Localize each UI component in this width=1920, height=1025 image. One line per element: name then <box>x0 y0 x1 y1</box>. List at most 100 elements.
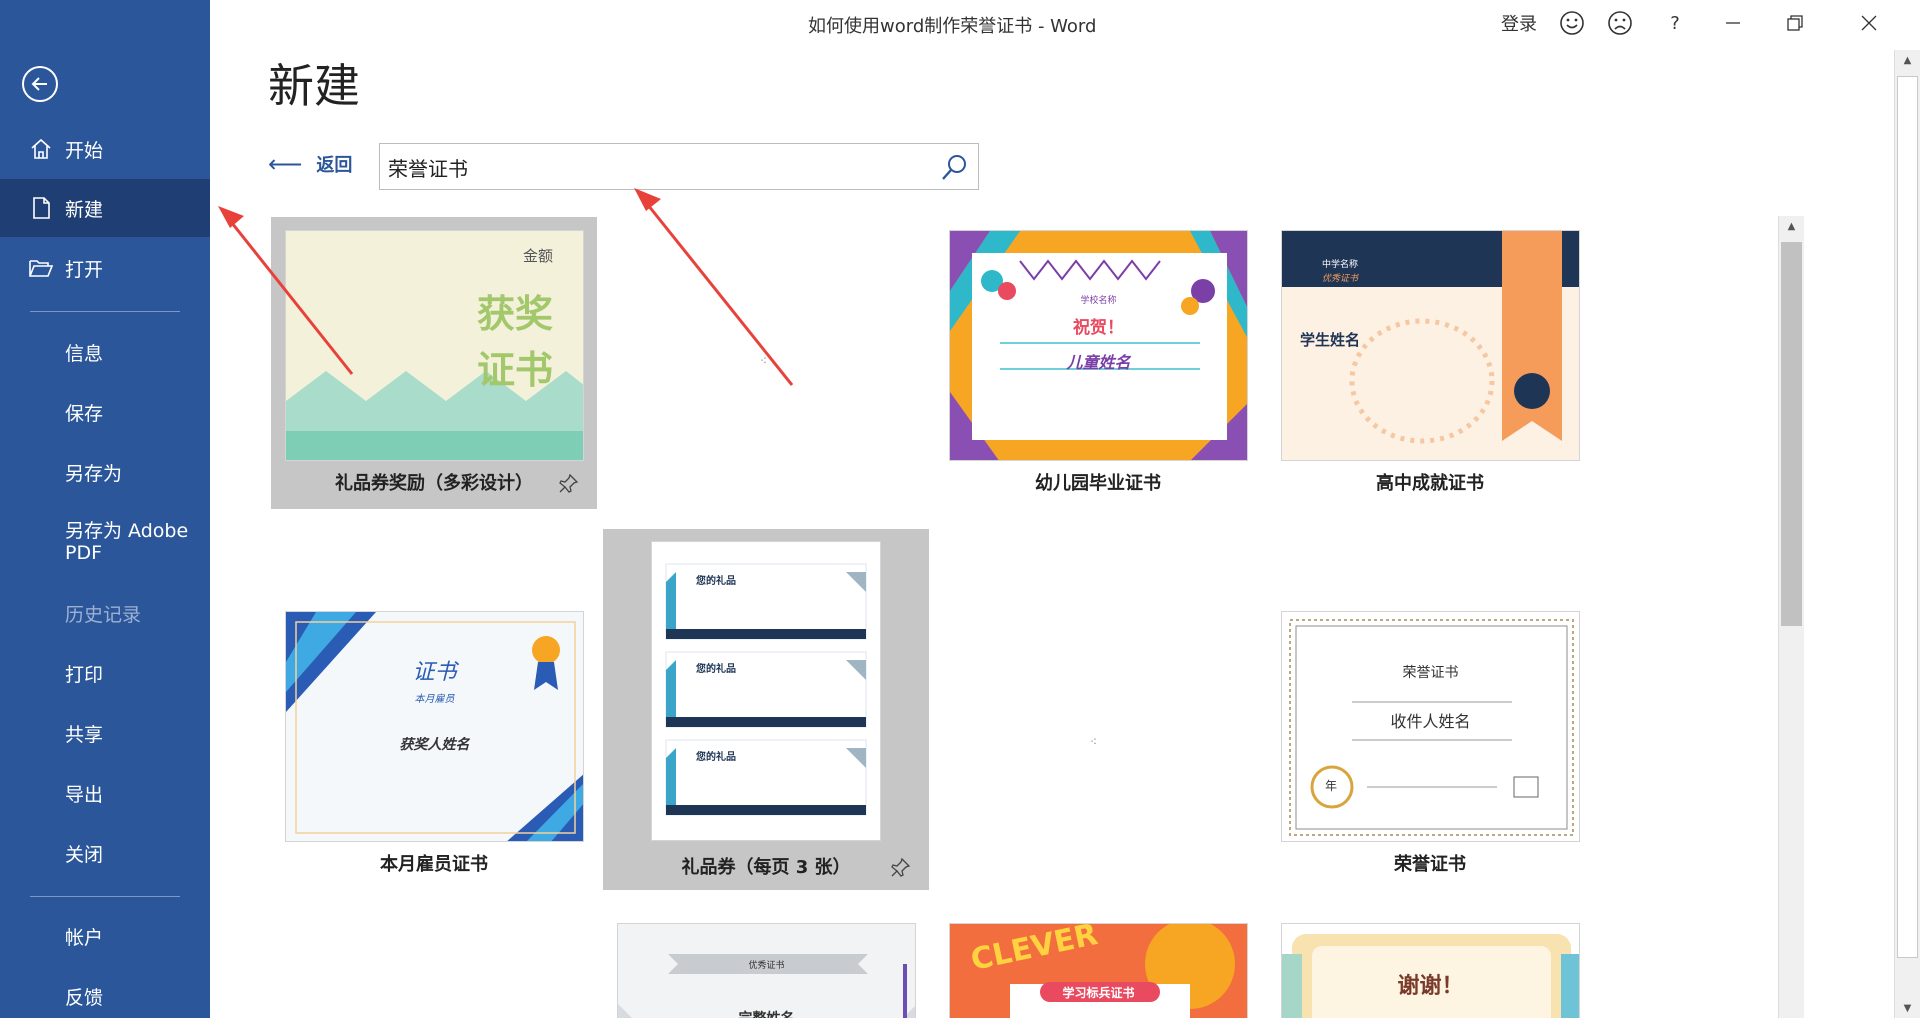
back-link[interactable]: ⟵ 返回 <box>268 150 352 178</box>
sidebar-item-export[interactable]: 导出 <box>0 764 210 822</box>
thumb-text: 金额 <box>522 247 553 265</box>
new-document-icon <box>28 195 54 221</box>
template-card[interactable]: 荣誉证书 收件人姓名 年 荣誉证书 <box>1267 598 1593 890</box>
thumb-text: 获奖 <box>476 292 553 336</box>
help-button[interactable]: ? <box>1660 8 1690 38</box>
sidebar-item-label: 另存为 Adobe PDF <box>65 520 189 564</box>
template-card[interactable]: 证书 本月雇员 获奖人姓名 本月雇员证书 <box>271 598 597 890</box>
thumb-text: 证书 <box>412 660 457 685</box>
template-thumbnail: 荣誉证书 收件人姓名 年 <box>1281 611 1580 842</box>
thumb-text: 祝贺！ <box>1073 318 1124 338</box>
thumb-text: 谢谢！ <box>1397 974 1464 999</box>
pin-icon[interactable] <box>557 473 579 495</box>
back-link-label: 返回 <box>316 155 353 176</box>
template-thumbnail: 学校名称 祝贺！ 儿童姓名 <box>949 230 1248 461</box>
loading-spinner: ⁖ <box>1090 735 1098 749</box>
sidebar-item-label: 导出 <box>65 783 104 806</box>
folder-open-icon <box>28 255 54 281</box>
minimize-icon[interactable] <box>1710 8 1756 38</box>
backstage-sidebar: 开始 新建 打开 信息 保存 另存为 另存为 Adobe PDF 历史记录 打印… <box>0 0 210 1018</box>
thumb-text: 优秀证书 <box>1322 274 1359 284</box>
template-label: 礼品券（每页 3 张） <box>681 857 851 878</box>
thumb-text: 学习标兵证书 <box>1062 986 1135 1000</box>
back-arrow-icon[interactable] <box>22 66 58 102</box>
loading-spinner: ⁖ <box>760 354 768 368</box>
template-label: 幼儿园毕业证书 <box>1035 473 1161 494</box>
template-label: 本月雇员证书 <box>380 854 488 875</box>
thumb-text: 年 <box>1325 779 1338 793</box>
template-label: 礼品券奖励（多彩设计） <box>335 473 533 494</box>
template-card[interactable]: 您的礼品 您的礼品 您的礼品 礼品券（每页 3 张） <box>603 529 929 890</box>
sidebar-item-label: 新建 <box>65 198 104 221</box>
sidebar-item-print[interactable]: 打印 <box>0 644 210 702</box>
template-card[interactable]: 中学名称 优秀证书 学生姓名 高中成就证书 <box>1267 217 1593 509</box>
scroll-up-icon[interactable]: ▲ <box>1895 50 1920 70</box>
sidebar-item-label: 关闭 <box>65 843 104 866</box>
title-bar: 如何使用word制作荣誉证书 - Word 登录 ? <box>210 0 1920 46</box>
sidebar-item-label: 历史记录 <box>65 603 142 626</box>
page-title: 新建 <box>268 59 360 113</box>
sidebar-item-share[interactable]: 共享 <box>0 704 210 762</box>
scrollbar-thumb[interactable] <box>1897 76 1918 958</box>
scrollbar-thumb[interactable] <box>1781 242 1802 626</box>
template-thumbnail: 您的礼品 您的礼品 您的礼品 <box>651 541 881 841</box>
template-thumbnail: 中学名称 优秀证书 学生姓名 <box>1281 230 1580 461</box>
sidebar-item-account[interactable]: 帐户 <box>0 907 210 965</box>
template-thumbnail: 优秀证书 完整姓名 <box>617 923 916 1018</box>
sidebar-item-label: 反馈 <box>65 986 104 1009</box>
gallery-scrollbar[interactable]: ▲ <box>1778 216 1804 1018</box>
sidebar-item-label: 另存为 <box>65 462 123 485</box>
search-input[interactable] <box>388 150 928 184</box>
thumb-text: 学生姓名 <box>1300 331 1361 349</box>
template-card[interactable]: 学校名称 祝贺！ 儿童姓名 幼儿园毕业证书 <box>935 217 1261 509</box>
thumb-text: 优秀证书 <box>748 961 785 971</box>
template-thumbnail: CLEVER 学习标兵证书 <box>949 923 1248 1018</box>
restore-icon[interactable] <box>1772 8 1818 38</box>
close-icon[interactable] <box>1846 8 1892 38</box>
signin-button[interactable]: 登录 <box>1494 8 1544 38</box>
thumb-text: 荣誉证书 <box>1402 665 1459 681</box>
sidebar-item-history: 历史记录 <box>0 584 210 642</box>
home-icon <box>28 136 54 162</box>
sidebar-divider <box>30 896 180 897</box>
template-label: 高中成就证书 <box>1376 473 1484 494</box>
sidebar-item-save[interactable]: 保存 <box>0 383 210 441</box>
sidebar-item-new[interactable]: 新建 <box>0 179 210 237</box>
template-thumbnail: 金额 获奖 证书 <box>285 230 584 461</box>
sidebar-item-open[interactable]: 打开 <box>0 239 210 297</box>
template-card[interactable]: CLEVER 学习标兵证书 <box>935 910 1261 1018</box>
sidebar-item-close[interactable]: 关闭 <box>0 824 210 882</box>
sidebar-item-label: 帐户 <box>65 926 104 949</box>
scroll-down-icon[interactable]: ▼ <box>1895 998 1920 1018</box>
thumb-text: 学校名称 <box>1080 296 1117 306</box>
template-card[interactable]: 谢谢！ <box>1267 910 1593 1018</box>
thumb-text: 中学名称 <box>1322 260 1359 270</box>
scroll-up-icon[interactable]: ▲ <box>1779 216 1804 236</box>
left-arrow-icon: ⟵ <box>268 150 303 178</box>
template-search-box[interactable] <box>379 143 979 190</box>
template-card[interactable]: 金额 获奖 证书 礼品券奖励（多彩设计） <box>271 217 597 509</box>
thumb-text: 证书 <box>476 348 553 392</box>
sidebar-item-save-as[interactable]: 另存为 <box>0 443 210 501</box>
smile-icon[interactable] <box>1556 8 1588 38</box>
sidebar-item-label: 共享 <box>65 723 104 746</box>
page-scrollbar[interactable]: ▲ ▼ <box>1894 50 1920 1018</box>
sidebar-item-label: 打印 <box>65 663 104 686</box>
sidebar-item-save-as-pdf[interactable]: 另存为 Adobe PDF <box>0 512 200 572</box>
search-icon[interactable] <box>938 152 970 182</box>
thumb-text: 完整姓名 <box>618 1008 915 1018</box>
thumb-text: 儿童姓名 <box>1066 353 1131 372</box>
thumb-text: 您的礼品 <box>696 576 736 587</box>
thumb-text: 本月雇员 <box>414 694 455 705</box>
thumb-text: 收件人姓名 <box>1390 712 1471 731</box>
sidebar-item-feedback[interactable]: 反馈 <box>0 967 210 1025</box>
frown-icon[interactable] <box>1604 8 1636 38</box>
window-title: 如何使用word制作荣誉证书 - Word <box>808 16 1097 37</box>
sidebar-item-home[interactable]: 开始 <box>0 120 210 178</box>
sidebar-item-info[interactable]: 信息 <box>0 323 210 381</box>
template-thumbnail: 证书 本月雇员 获奖人姓名 <box>285 611 584 842</box>
thumb-text: 获奖人姓名 <box>399 737 470 753</box>
template-card[interactable]: 优秀证书 完整姓名 <box>603 910 929 1018</box>
thumb-text: 您的礼品 <box>696 752 736 763</box>
pin-icon[interactable] <box>889 857 911 879</box>
